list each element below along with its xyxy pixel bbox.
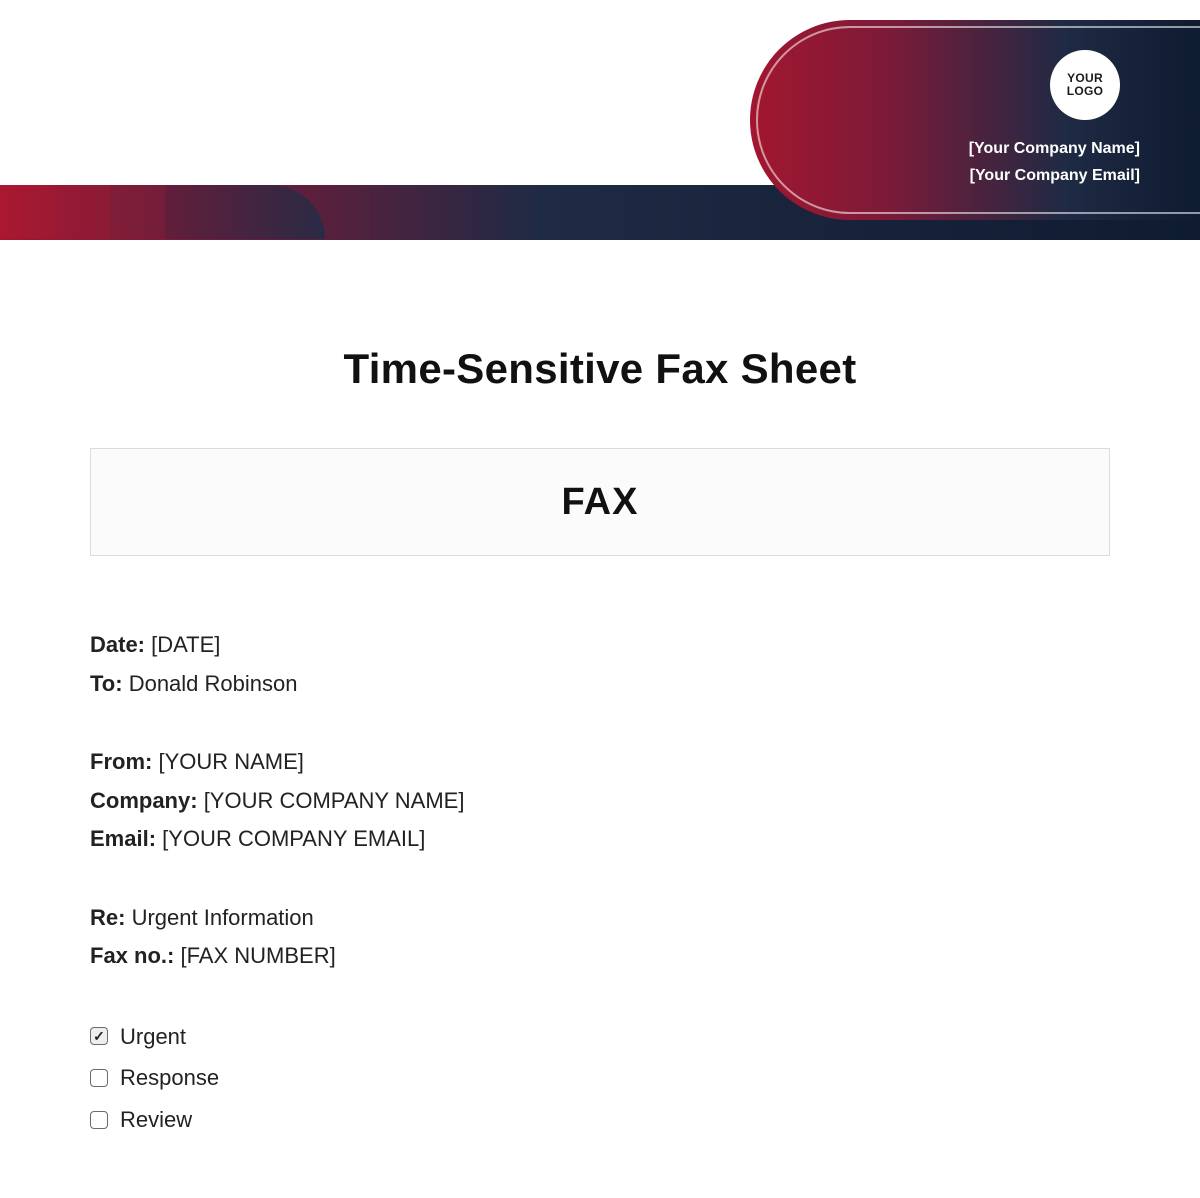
row-faxno: Fax no.: [FAX NUMBER] <box>90 937 1110 976</box>
label-faxno: Fax no.: <box>90 943 174 968</box>
checkbox-response[interactable] <box>90 1069 108 1087</box>
row-from: From: [YOUR NAME] <box>90 743 1110 782</box>
label-re: Re: <box>90 905 125 930</box>
label-date: Date: <box>90 632 145 657</box>
group-recipient: Date: [DATE] To: Donald Robinson <box>90 626 1110 703</box>
label-company: Company: <box>90 788 198 813</box>
checkbox-label-urgent: Urgent <box>120 1016 186 1058</box>
fax-heading-text: FAX <box>562 481 639 524</box>
fax-heading-box: FAX <box>90 448 1110 556</box>
value-from: [YOUR NAME] <box>158 749 303 774</box>
row-to: To: Donald Robinson <box>90 665 1110 704</box>
value-to: Donald Robinson <box>129 671 298 696</box>
check-row-review[interactable]: Review <box>90 1099 1110 1141</box>
page-title: Time-Sensitive Fax Sheet <box>90 345 1110 393</box>
row-re: Re: Urgent Information <box>90 899 1110 938</box>
row-email: Email: [YOUR COMPANY EMAIL] <box>90 820 1110 859</box>
row-date: Date: [DATE] <box>90 626 1110 665</box>
value-company: [YOUR COMPANY NAME] <box>204 788 465 813</box>
header-pod: YOUR LOGO [Your Company Name] [Your Comp… <box>750 20 1200 220</box>
label-from: From: <box>90 749 152 774</box>
check-row-urgent[interactable]: Urgent <box>90 1016 1110 1058</box>
fields-section: Date: [DATE] To: Donald Robinson From: [… <box>90 626 1110 1141</box>
logo-text-line2: LOGO <box>1067 85 1104 98</box>
value-email: [YOUR COMPANY EMAIL] <box>162 826 425 851</box>
document-body: Time-Sensitive Fax Sheet FAX Date: [DATE… <box>90 345 1110 1141</box>
row-company: Company: [YOUR COMPANY NAME] <box>90 782 1110 821</box>
header-banner: YOUR LOGO [Your Company Name] [Your Comp… <box>0 0 1200 250</box>
label-to: To: <box>90 671 123 696</box>
check-row-response[interactable]: Response <box>90 1057 1110 1099</box>
company-name: [Your Company Name] <box>969 135 1140 162</box>
header-scallops <box>0 185 260 240</box>
value-re: Urgent Information <box>132 905 314 930</box>
logo-placeholder: YOUR LOGO <box>1050 50 1120 120</box>
group-subject: Re: Urgent Information Fax no.: [FAX NUM… <box>90 899 1110 976</box>
checkbox-label-response: Response <box>120 1057 219 1099</box>
company-email: [Your Company Email] <box>969 162 1140 189</box>
group-sender: From: [YOUR NAME] Company: [YOUR COMPANY… <box>90 743 1110 859</box>
value-date: [DATE] <box>151 632 220 657</box>
value-faxno: [FAX NUMBER] <box>180 943 335 968</box>
checkbox-group: Urgent Response Review <box>90 1016 1110 1141</box>
label-email: Email: <box>90 826 156 851</box>
checkbox-label-review: Review <box>120 1099 192 1141</box>
checkbox-urgent[interactable] <box>90 1027 108 1045</box>
checkbox-review[interactable] <box>90 1111 108 1129</box>
company-info: [Your Company Name] [Your Company Email] <box>969 135 1140 189</box>
